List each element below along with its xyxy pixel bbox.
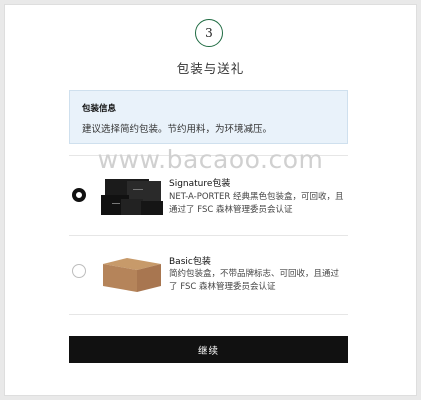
packaging-info-box: 包装信息 建议选择简约包装。节约用料，为环境减压。 bbox=[69, 90, 348, 144]
info-text: 建议选择简约包装。节约用料，为环境减压。 bbox=[82, 124, 273, 135]
option-description: NET-A-PORTER 经典黑色包装盒，可回收，且通过了 FSC 森林管理委员… bbox=[169, 192, 344, 215]
divider bbox=[69, 314, 348, 315]
packaging-option-signature[interactable]: Signature包装 NET-A-PORTER 经典黑色包装盒，可回收，且通过… bbox=[69, 157, 348, 235]
option-description: 简约包装盒，不带品牌标志、可回收，且通过了 FSC 森林管理委员会认证 bbox=[169, 269, 340, 292]
step-number: 3 bbox=[205, 26, 213, 40]
step-indicator: 3 bbox=[195, 19, 223, 47]
step-title: 包装与送礼 bbox=[176, 61, 245, 76]
info-title: 包装信息 bbox=[82, 104, 117, 114]
packaging-option-basic[interactable]: Basic包装 简约包装盒，不带品牌标志、可回收，且通过了 FSC 森林管理委员… bbox=[69, 236, 348, 314]
kraft-cardboard-box-image bbox=[97, 252, 167, 296]
radio-signature[interactable] bbox=[72, 188, 86, 202]
option-title: Signature包装 bbox=[169, 179, 231, 189]
radio-basic[interactable] bbox=[72, 264, 86, 278]
option-title: Basic包装 bbox=[169, 257, 211, 267]
continue-button[interactable]: 继续 bbox=[69, 336, 348, 363]
black-gift-boxes-image bbox=[97, 175, 167, 219]
